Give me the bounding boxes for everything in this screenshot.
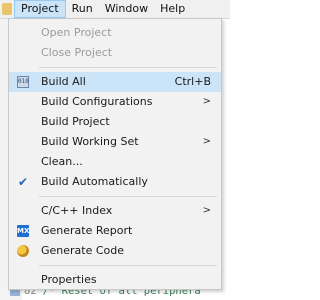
generate-code-icon xyxy=(17,245,29,257)
menu-item-build-configurations[interactable]: Build Configurations > xyxy=(9,92,221,112)
menu-item-label: Close Project xyxy=(41,46,113,59)
menu-item-close-project[interactable]: Close Project xyxy=(9,43,221,63)
submenu-arrow-icon: > xyxy=(202,136,211,147)
menu-item-build-all[interactable]: 010 Build All Ctrl+B xyxy=(9,72,221,92)
menu-item-label: Build Working Set xyxy=(41,135,139,148)
menu-project[interactable]: Project xyxy=(14,0,66,18)
submenu-arrow-icon: > xyxy=(202,96,211,107)
menu-item-label: Build Automatically xyxy=(41,175,148,188)
submenu-arrow-icon: > xyxy=(202,205,211,216)
menu-item-properties[interactable]: Properties xyxy=(9,270,221,290)
menu-item-label: Generate Report xyxy=(41,224,133,237)
mx-report-icon: MX xyxy=(17,225,30,237)
menu-item-build-automatically[interactable]: ✔ Build Automatically xyxy=(9,172,221,192)
build-all-icon: 010 xyxy=(17,76,29,88)
menu-separator xyxy=(39,265,217,266)
menu-item-cpp-index[interactable]: C/C++ Index > xyxy=(9,201,221,221)
menu-item-label: Clean... xyxy=(41,155,83,168)
menu-separator xyxy=(39,67,217,68)
menu-item-label: Open Project xyxy=(41,26,112,39)
menu-help[interactable]: Help xyxy=(154,0,191,18)
menu-window[interactable]: Window xyxy=(99,0,154,18)
menu-item-clean[interactable]: Clean... xyxy=(9,152,221,172)
checkmark-icon: ✔ xyxy=(17,175,29,189)
menu-item-label: Build Project xyxy=(41,115,110,128)
toolbar-icon xyxy=(2,3,12,15)
menu-run[interactable]: Run xyxy=(66,0,99,18)
menu-item-label: Build All xyxy=(41,75,86,88)
menu-item-generate-code[interactable]: Generate Code xyxy=(9,241,221,261)
shortcut-label: Ctrl+B xyxy=(174,75,211,88)
menu-item-generate-report[interactable]: MX Generate Report xyxy=(9,221,221,241)
menu-separator xyxy=(39,196,217,197)
menu-item-label: Build Configurations xyxy=(41,95,153,108)
menu-item-label: Generate Code xyxy=(41,244,125,257)
menu-item-open-project[interactable]: Open Project xyxy=(9,23,221,43)
project-menu-dropdown: Open Project Close Project 010 Build All… xyxy=(8,18,222,290)
menu-item-label: Properties xyxy=(41,273,97,286)
menu-item-build-working-set[interactable]: Build Working Set > xyxy=(9,132,221,152)
menu-bar: Project Run Window Help xyxy=(0,0,230,19)
menu-item-label: C/C++ Index xyxy=(41,204,113,217)
menu-item-build-project[interactable]: Build Project xyxy=(9,112,221,132)
